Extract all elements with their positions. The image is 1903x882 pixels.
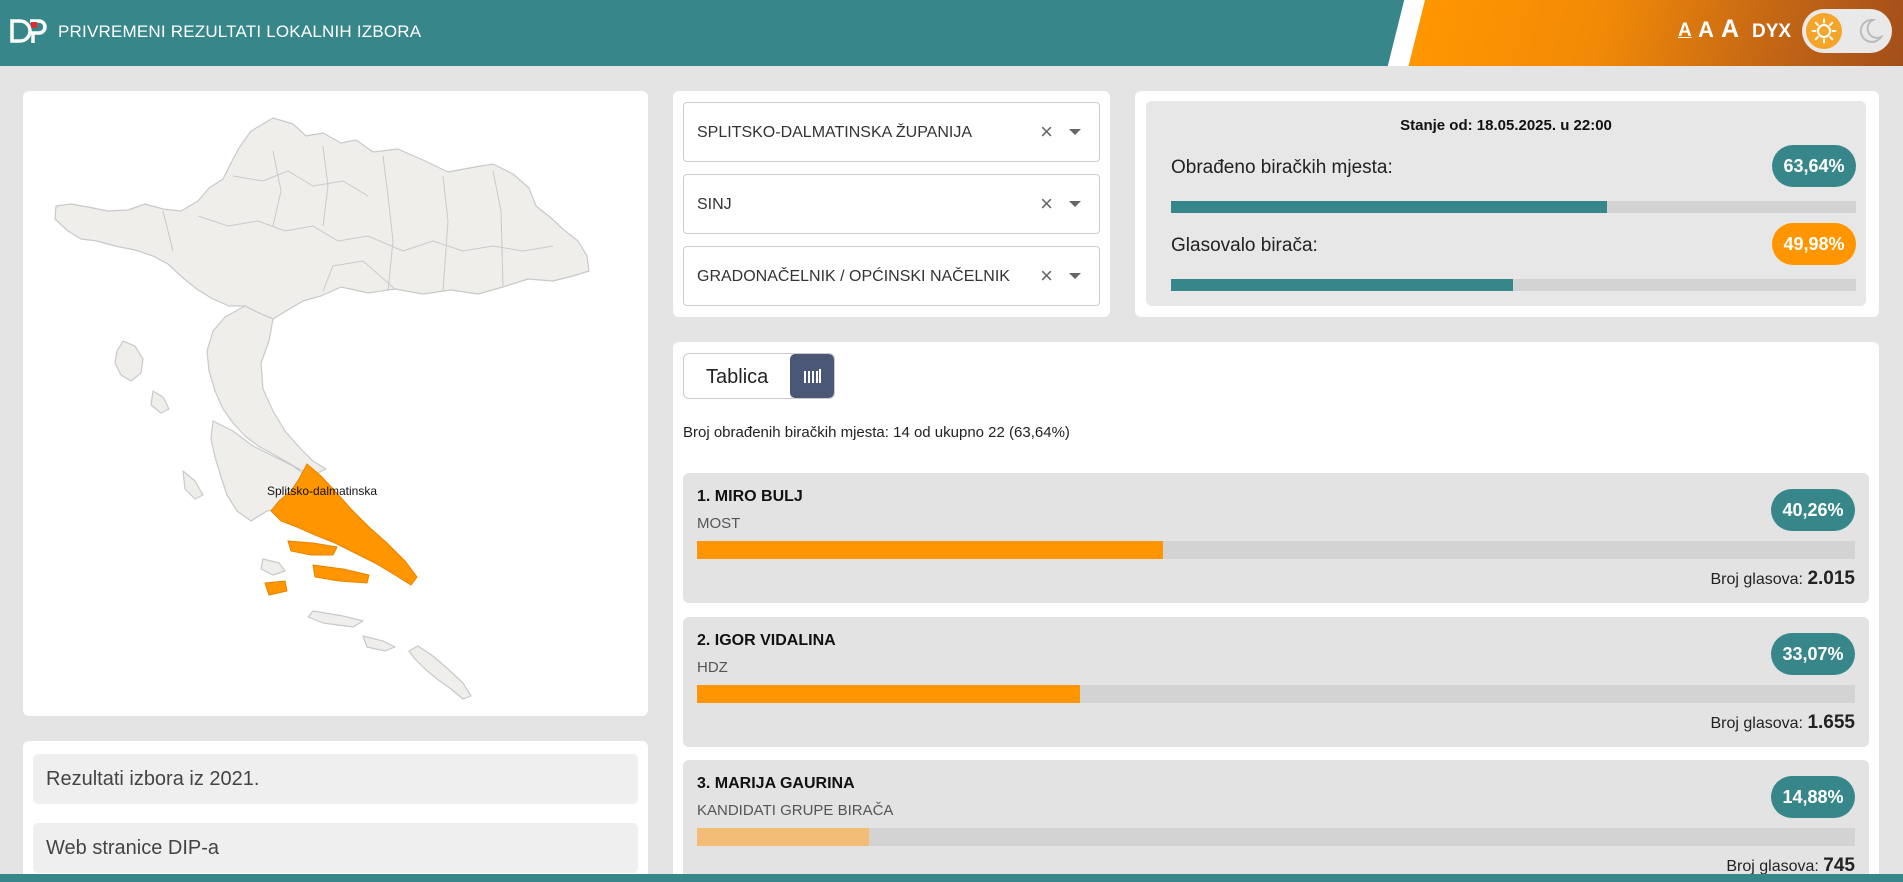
processed-progress-fill: [1171, 201, 1607, 213]
clear-icon[interactable]: ×: [1040, 191, 1053, 217]
votes-count: 1.655: [1807, 712, 1855, 733]
chevron-down-icon[interactable]: [1069, 129, 1081, 135]
candidate-party: KANDIDATI GRUPE BIRAČA: [697, 802, 894, 819]
votes-label: Broj glasova:: [1710, 571, 1804, 588]
votes-label: Broj glasova:: [1726, 858, 1819, 875]
dip-logo-icon[interactable]: [10, 15, 48, 47]
bottom-bar: [0, 874, 1903, 882]
votes-count: 2.015: [1807, 568, 1855, 589]
theme-toggle[interactable]: [1802, 9, 1892, 53]
candidate-bar-fill: [697, 828, 870, 846]
processed-progress: [1171, 201, 1856, 213]
turnout-label: Glasovalo birača:: [1171, 235, 1318, 256]
view-toggle[interactable]: Tablica: [683, 353, 835, 399]
candidate-percent-badge: 14,88%: [1771, 776, 1855, 818]
processed-stations-text: Broj obrađenih biračkih mjesta: 14 od uk…: [683, 424, 1070, 441]
candidate-party: MOST: [697, 515, 741, 532]
candidate-name: 2. IGOR VIDALINA: [697, 632, 836, 649]
bar-chart-icon[interactable]: [790, 354, 834, 398]
map-region: [150, 390, 170, 414]
website-link[interactable]: Web stranice DIP-a: [33, 823, 638, 873]
candidate-bar: [697, 828, 1855, 846]
election-type-select-value: GRADONAČELNIK / OPĆINSKI NAČELNIK: [697, 268, 1010, 285]
processed-badge: 63,64%: [1772, 145, 1856, 187]
map-region: [54, 117, 590, 320]
candidate-percent-badge: 40,26%: [1771, 489, 1855, 531]
status-card: Stanje od: 18.05.2025. u 22:00 Obrađeno …: [1135, 91, 1879, 317]
chevron-down-icon[interactable]: [1069, 201, 1081, 207]
map-region: [114, 340, 144, 382]
filter-card: SPLITSKO-DALMATINSKA ŽUPANIJA × SINJ × G…: [673, 91, 1110, 317]
votes-count: 745: [1823, 855, 1855, 876]
status-panel: Stanje od: 18.05.2025. u 22:00 Obrađeno …: [1146, 101, 1866, 306]
croatia-map[interactable]: Splitsko-dalmatinska: [23, 91, 648, 716]
turnout-badge: 49,98%: [1772, 223, 1856, 265]
county-select[interactable]: SPLITSKO-DALMATINSKA ŽUPANIJA ×: [683, 102, 1100, 162]
map-region-label: Splitsko-dalmatinska: [267, 484, 377, 498]
sun-icon[interactable]: [1806, 13, 1842, 49]
font-size-small-button[interactable]: A: [1678, 21, 1692, 40]
map-card: Splitsko-dalmatinska: [23, 91, 648, 716]
clear-icon[interactable]: ×: [1040, 119, 1053, 145]
map-region: [260, 558, 286, 576]
processed-label: Obrađeno biračkih mjesta:: [1171, 157, 1393, 178]
candidate-bar: [697, 541, 1855, 559]
candidate-bar-fill: [697, 541, 1164, 559]
links-card: Rezultati izbora iz 2021. Web stranice D…: [23, 741, 648, 882]
county-select-value: SPLITSKO-DALMATINSKA ŽUPANIJA: [697, 124, 973, 141]
municipality-select[interactable]: SINJ ×: [683, 174, 1100, 234]
candidate-row: 2. IGOR VIDALINA HDZ 33,07% Broj glasova…: [683, 617, 1869, 747]
font-size-medium-button[interactable]: A: [1698, 19, 1714, 41]
clear-icon[interactable]: ×: [1040, 263, 1053, 289]
candidate-name: 3. MARIJA GAURINA: [697, 775, 855, 792]
candidate-votes: Broj glasova: 1.655: [1711, 712, 1856, 734]
app-title: PRIVREMENI REZULTATI LOKALNIH IZBORA: [58, 22, 422, 41]
dyslexia-font-button[interactable]: DYX: [1752, 21, 1791, 43]
previous-results-link[interactable]: Rezultati izbora iz 2021.: [33, 754, 638, 804]
font-size-large-button[interactable]: A: [1721, 17, 1739, 42]
app-header: PRIVREMENI REZULTATI LOKALNIH IZBORA A A…: [0, 0, 1903, 66]
candidate-row: 3. MARIJA GAURINA KANDIDATI GRUPE BIRAČA…: [683, 760, 1869, 882]
chevron-down-icon[interactable]: [1069, 273, 1081, 279]
map-region: [362, 635, 396, 652]
map-region: [307, 610, 364, 628]
votes-label: Broj glasova:: [1710, 715, 1804, 732]
turnout-progress: [1171, 279, 1856, 291]
map-region: [182, 470, 204, 500]
candidate-bar: [697, 685, 1855, 703]
election-type-select[interactable]: GRADONAČELNIK / OPĆINSKI NAČELNIK ×: [683, 246, 1100, 306]
candidate-name: 1. MIRO BULJ: [697, 488, 803, 505]
municipality-select-value: SINJ: [697, 196, 732, 213]
candidate-votes: Broj glasova: 2.015: [1711, 568, 1856, 590]
table-view-button[interactable]: Tablica: [706, 366, 768, 389]
candidate-percent-badge: 33,07%: [1771, 633, 1855, 675]
map-region: [408, 645, 472, 700]
candidate-bar-fill: [697, 685, 1080, 703]
candidate-row: 1. MIRO BULJ MOST 40,26% Broj glasova: 2…: [683, 473, 1869, 603]
status-date: Stanje od: 18.05.2025. u 22:00: [1400, 117, 1612, 134]
moon-icon[interactable]: [1854, 16, 1884, 46]
turnout-progress-fill: [1171, 279, 1514, 291]
candidate-party: HDZ: [697, 659, 728, 676]
results-card: Tablica Broj obrađenih biračkih mjesta: …: [673, 342, 1879, 882]
